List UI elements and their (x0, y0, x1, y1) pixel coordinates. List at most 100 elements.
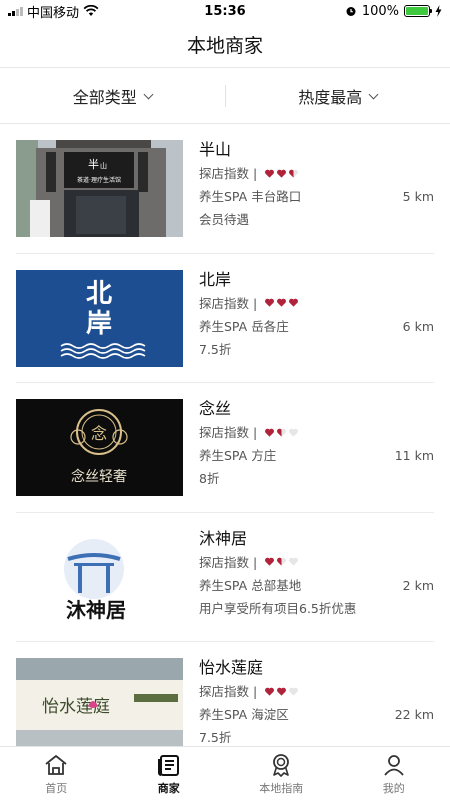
merchant-item[interactable]: 念 念丝轻奢 念丝 探店指数 | 养生SPA 方庄 11 km 8折 (16, 383, 434, 513)
svg-text:山: 山 (100, 161, 107, 170)
merchant-promo: 7.5折 (199, 730, 232, 745)
chevron-down-icon (368, 89, 379, 99)
merchant-location: 总部基地 (251, 577, 302, 593)
wifi-icon (83, 5, 99, 16)
heart-full-icon (265, 428, 275, 437)
tab-home[interactable]: 首页 (0, 747, 113, 800)
heart-full-icon (289, 298, 299, 307)
home-icon (45, 754, 67, 775)
tab-mine[interactable]: 我的 (338, 747, 450, 800)
tab-guide[interactable]: 本地指南 (225, 747, 338, 800)
battery-icon (404, 5, 432, 17)
merchant-promo: 7.5折 (199, 341, 232, 357)
merchant-distance: 2 km (402, 577, 434, 593)
type-filter-label: 全部类型 (72, 88, 137, 107)
heart-half-icon (289, 169, 299, 178)
merchant-name: 半山 (199, 140, 232, 159)
thumb-sign-text: 茶道·理疗生活馆 (77, 176, 121, 184)
sort-filter-dropdown[interactable]: 热度最高 (226, 69, 450, 123)
heart-empty-icon (289, 557, 299, 566)
merchant-promo: 用户享受所有项目6.5折优惠 (199, 600, 357, 616)
merchant-list[interactable]: 半 山 茶道·理疗生活馆 半山 探店指数 | 养生SPA 丰台路口 5 km 会… (0, 124, 450, 746)
rating-row: 探店指数 | (199, 292, 434, 315)
merchant-name: 念丝 (199, 399, 232, 418)
merchant-promo: 会员待遇 (199, 212, 250, 227)
merchant-distance: 5 km (402, 189, 434, 204)
merchant-location: 丰台路口 (251, 189, 302, 204)
heart-full-icon (265, 298, 275, 307)
merchant-distance: 6 km (402, 318, 434, 334)
heart-full-icon (265, 169, 275, 178)
merchant-name: 怡水莲庭 (199, 658, 264, 677)
svg-text:念: 念 (91, 424, 107, 443)
guide-icon (273, 753, 290, 777)
carrier: 中国移动 (27, 5, 80, 21)
merchant-thumbnail: 沐神居 (16, 528, 183, 626)
merchant-category: 养生SPA (199, 448, 248, 463)
merchant-category: 养生SPA (199, 318, 248, 334)
rating-label: 探店指数 | (199, 166, 258, 181)
rating-row: 探店指数 | (199, 421, 434, 444)
rating-label: 探店指数 | (199, 295, 258, 311)
signal-icon (8, 6, 23, 16)
merchant-category: 养生SPA (199, 707, 248, 722)
rating-label: 探店指数 | (199, 554, 258, 570)
tab-shops[interactable]: 商家 (113, 747, 226, 800)
svg-text:岸: 岸 (86, 309, 112, 339)
merchant-thumbnail: 半 山 茶道·理疗生活馆 (16, 140, 183, 237)
merchant-item[interactable]: 怡水莲庭 怡水莲庭 探店指数 | 养生SPA 海淀区 22 km 7.5折 (16, 642, 434, 746)
alarm-icon (346, 7, 356, 16)
heart-full-icon (265, 557, 275, 566)
merchant-category: 养生SPA (199, 189, 248, 204)
merchant-distance: 11 km (394, 448, 434, 463)
heart-half-icon (277, 557, 287, 566)
merchant-thumbnail: 念 念丝轻奢 (16, 399, 183, 496)
rating-row: 探店指数 | (199, 162, 434, 185)
rating-hearts (264, 557, 299, 567)
category-row: 养生SPA 方庄 11 km (199, 444, 434, 467)
page-title: 本地商家 (186, 35, 263, 57)
heart-full-icon (277, 687, 287, 696)
rating-hearts (264, 687, 299, 697)
tab-label: 我的 (382, 781, 405, 795)
rating-hearts (264, 169, 299, 179)
heart-half-icon (277, 428, 287, 437)
merchant-item[interactable]: 北 岸 北岸 探店指数 | 养生SPA 岳各庄 6 km 7.5折 (16, 254, 434, 383)
merchant-location: 方庄 (251, 448, 277, 463)
category-row: 养生SPA 海淀区 22 km (199, 703, 434, 726)
thumb-brand-text: 念丝轻奢 (71, 468, 127, 485)
merchant-location: 岳各庄 (251, 318, 289, 334)
filter-bar: 全部类型 热度最高 (0, 69, 450, 124)
merchant-name: 北岸 (199, 269, 232, 289)
heart-full-icon (277, 298, 287, 307)
category-row: 养生SPA 丰台路口 5 km (199, 185, 434, 208)
svg-text:北: 北 (86, 279, 112, 309)
svg-text:半: 半 (88, 157, 99, 171)
tab-label: 本地指南 (259, 781, 304, 795)
sort-filter-label: 热度最高 (298, 88, 363, 107)
user-icon (384, 754, 404, 776)
merchant-item[interactable]: 沐神居 沐神居 探店指数 | 养生SPA 总部基地 2 km 用户享受所有项目6… (16, 513, 434, 642)
merchant-distance: 22 km (394, 707, 434, 722)
type-filter-dropdown[interactable]: 全部类型 (0, 69, 225, 123)
heart-full-icon (265, 687, 275, 696)
battery-percent: 100% (361, 3, 399, 19)
heart-full-icon (277, 169, 287, 178)
rating-row: 探店指数 | (199, 680, 434, 703)
merchant-item[interactable]: 半 山 茶道·理疗生活馆 半山 探店指数 | 养生SPA 丰台路口 5 km 会… (16, 124, 434, 254)
rating-label: 探店指数 | (199, 684, 258, 699)
status-bar: 中国移动 15:36 100% (0, 0, 450, 22)
tab-label: 商家 (157, 781, 180, 795)
rating-hearts (264, 298, 299, 308)
shop-icon (157, 754, 179, 776)
heart-empty-icon (289, 428, 299, 437)
category-row: 养生SPA 岳各庄 6 km (199, 315, 434, 338)
merchant-category: 养生SPA (199, 577, 248, 593)
rating-row: 探店指数 | (199, 551, 434, 574)
nav-header: 本地商家 (0, 22, 450, 68)
merchant-thumbnail: 怡水莲庭 (16, 658, 183, 746)
heart-empty-icon (289, 687, 299, 696)
bottom-tab-bar: 首页 商家 本地指南 我的 (0, 746, 450, 800)
chevron-down-icon (143, 89, 154, 99)
rating-label: 探店指数 | (199, 425, 258, 440)
